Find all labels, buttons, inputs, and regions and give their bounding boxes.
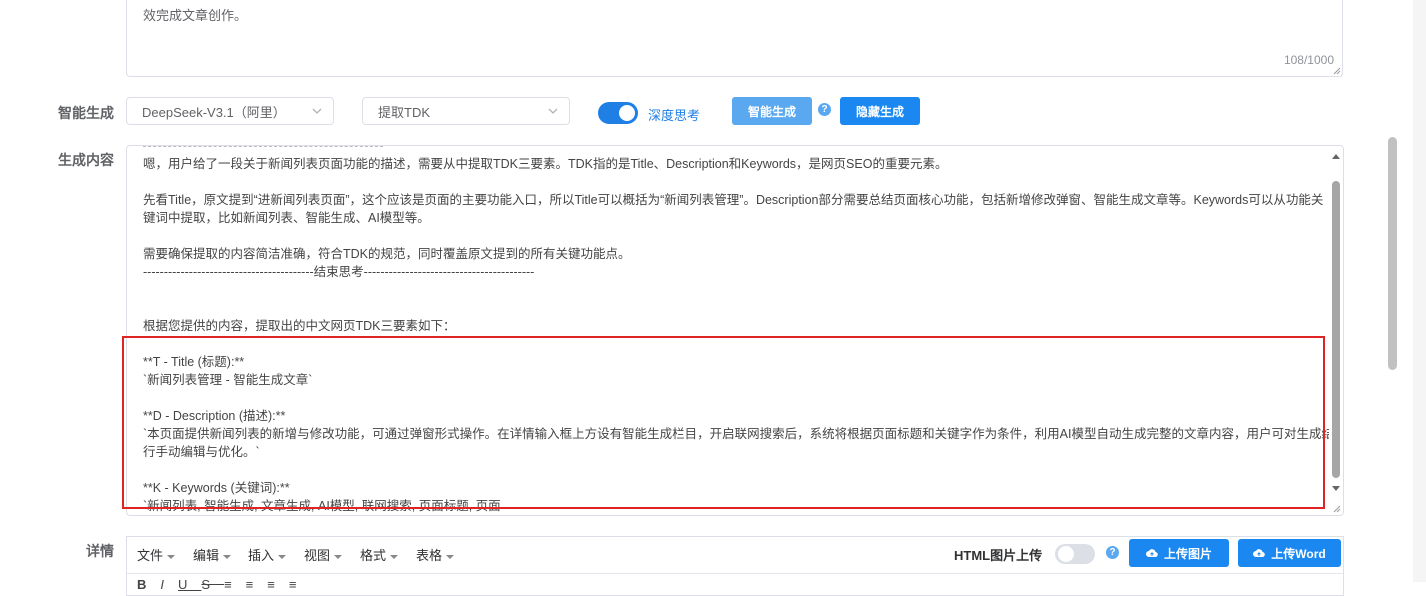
content-line: 键词中提取，比如新闻列表、智能生成、AI模型等。 [143, 211, 430, 225]
clipped-line [143, 146, 383, 147]
hide-generate-button[interactable]: 隐藏生成 [840, 97, 920, 125]
deep-think-toggle[interactable] [598, 102, 638, 124]
menu-table[interactable]: 表格 [416, 545, 455, 564]
char-count: 108/1000 [1283, 53, 1334, 67]
bold-icon[interactable]: B [137, 577, 160, 592]
html-upload-label: HTML图片上传 [954, 548, 1043, 563]
model-select-value: DeepSeek-V3.1（阿里） [142, 104, 286, 120]
menu-insert-label: 插入 [248, 548, 275, 563]
rich-text-editor[interactable]: 文件 编辑 插入 视图 格式 表格 HTML图片上传 ? 上传图片 上传Word… [126, 536, 1344, 596]
menu-file-label: 文件 [137, 548, 164, 563]
menu-edit[interactable]: 编辑 [193, 545, 232, 564]
content-line: 先看Title，原文提到“进新闻列表页面”，这个应该是页面的主要功能入口，所以T… [143, 193, 1324, 207]
chevron-down-icon [312, 108, 322, 114]
italic-icon[interactable]: I [160, 577, 178, 592]
menu-format[interactable]: 格式 [360, 545, 399, 564]
scroll-down-icon[interactable] [1332, 486, 1340, 491]
smart-gen-label: 智能生成 [58, 105, 114, 121]
task-select-value: 提取TDK [378, 104, 431, 120]
content-line: 根据您提供的内容，提取出的中文网页TDK三要素如下： [143, 319, 456, 333]
menu-insert[interactable]: 插入 [248, 545, 287, 564]
scroll-up-icon[interactable] [1332, 154, 1340, 159]
right-edge-panel [1413, 0, 1426, 582]
intro-textarea[interactable]: 效完成文章创作。 108/1000 [126, 0, 1343, 77]
content-scrollbar[interactable] [1329, 146, 1343, 502]
content-line: 嗯，用户给了一段关于新闻列表页面功能的描述，需要从中提取TDK三要素。TDK指的… [143, 157, 948, 171]
intro-text: 效完成文章创作。 [143, 8, 248, 23]
menu-edit-label: 编辑 [193, 548, 220, 563]
scroll-thumb[interactable] [1332, 181, 1340, 478]
page-scrollbar-thumb[interactable] [1388, 137, 1397, 370]
toggle-knob [619, 105, 635, 121]
align-center-icon[interactable]: ≡ [246, 577, 268, 592]
help-icon[interactable]: ? [818, 103, 831, 116]
menu-format-label: 格式 [360, 548, 387, 563]
menu-file[interactable]: 文件 [137, 545, 176, 564]
deep-think-label: 深度思考 [648, 108, 701, 123]
menu-table-label: 表格 [416, 548, 443, 563]
cloud-upload-icon [1145, 549, 1158, 558]
resize-grip-icon[interactable] [1332, 504, 1341, 513]
upload-image-label: 上传图片 [1163, 546, 1212, 561]
chevron-down-icon [548, 108, 558, 114]
content-label: 生成内容 [58, 152, 114, 168]
menu-view-label: 视图 [304, 548, 331, 563]
align-left-icon[interactable]: ≡ [224, 577, 246, 592]
content-line: ----------------------------------------… [143, 265, 535, 279]
content-line: 需要确保提取的内容简洁准确，符合TDK的规范，同时覆盖原文提到的所有关键功能点。 [143, 247, 631, 261]
smart-generate-button[interactable]: 智能生成 [732, 97, 812, 125]
details-label: 详情 [86, 543, 114, 559]
underline-icon[interactable]: U [178, 577, 201, 592]
task-select[interactable]: 提取TDK [362, 97, 570, 125]
upload-word-label: 上传Word [1271, 546, 1326, 561]
format-toolbar[interactable]: BIUS≡≡≡≡ [137, 577, 310, 592]
model-select[interactable]: DeepSeek-V3.1（阿里） [126, 97, 334, 125]
menu-view[interactable]: 视图 [304, 545, 343, 564]
cloud-upload-icon [1253, 549, 1266, 558]
toolbar-divider [127, 573, 1343, 574]
help-icon[interactable]: ? [1106, 546, 1119, 559]
align-right-icon[interactable]: ≡ [267, 577, 289, 592]
toggle-knob [1058, 546, 1074, 562]
upload-word-button[interactable]: 上传Word [1238, 539, 1341, 567]
highlight-box [122, 336, 1325, 509]
upload-image-button[interactable]: 上传图片 [1129, 539, 1229, 567]
resize-grip-icon[interactable] [1332, 66, 1341, 75]
html-upload-toggle[interactable] [1055, 544, 1095, 564]
strikethrough-icon[interactable]: S [201, 577, 224, 592]
align-justify-icon[interactable]: ≡ [289, 577, 311, 592]
